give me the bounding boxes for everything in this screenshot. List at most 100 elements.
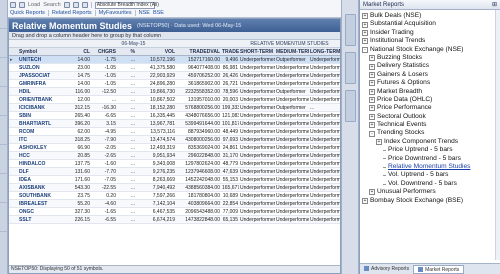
tree-item[interactable]: + Buzzing Stocks: [362, 54, 496, 62]
tree-item[interactable]: + Bombay Stock Exchange (BSE): [362, 197, 496, 205]
tree-item[interactable]: + Technical Events: [362, 121, 496, 129]
group-by-drop-zone[interactable]: Drag and drop a column header here to gr…: [9, 32, 340, 40]
expand-icon[interactable]: +: [369, 189, 375, 196]
nse-link[interactable]: NSE: [139, 10, 150, 16]
related-reports-link[interactable]: Related Reports: [52, 10, 92, 16]
expand-icon[interactable]: +: [369, 80, 375, 87]
table-row[interactable]: ICICIBANK 312.15 -16.30... 18,152,280 576880…: [9, 104, 340, 112]
table-row[interactable]: ORIENTBANK 12.00...... 10,867,502 131957010…: [9, 96, 340, 104]
table-row[interactable]: IDEA 171.60 -7.05... 8,263,669 1452242048.00…: [9, 176, 340, 184]
nav-back-icon[interactable]: [10, 2, 16, 8]
table-row[interactable]: HINDALCO 137.75 -1.60... 9,343,008 129780262…: [9, 160, 340, 168]
tree-item[interactable]: + Market Breadth: [362, 88, 496, 96]
table-row[interactable]: SSLT 226.15 -6.55... 6,674,219 1473822848.00…: [9, 216, 340, 224]
table-row[interactable]: ▸ UNITECH 14.00 -1.75... 10,572,196 152717160…: [9, 56, 340, 64]
export-icon[interactable]: [81, 2, 88, 8]
tree-item[interactable]: + Futures & Options: [362, 79, 496, 87]
collapsed-panel-tab[interactable]: [0, 119, 7, 145]
table-row[interactable]: BHARTIARTL 396.20 3.15... 13,967,781 5399491…: [9, 120, 340, 128]
table-row[interactable]: HDIL 116.00 -12.50... 19,866,730 2232558352.…: [9, 88, 340, 96]
expand-icon[interactable]: +: [362, 38, 368, 45]
collapse-icon[interactable]: -: [369, 130, 375, 137]
table-row[interactable]: DLF 131.60 -7.70... 9,276,235 1237946608.00 4…: [9, 168, 340, 176]
print-icon[interactable]: [72, 2, 79, 8]
tree-item[interactable]: + Unusual Performers: [362, 188, 496, 196]
tree-item[interactable]: - Trending Stocks: [362, 129, 496, 137]
side-panel-tab[interactable]: [345, 14, 356, 46]
table-row[interactable]: ONGC 327.30 -1.65... 6,467,535 2096543488.00…: [9, 208, 340, 216]
collapsed-panel-tab[interactable]: [0, 90, 7, 116]
quick-reports-link[interactable]: Quick Reports: [10, 10, 45, 16]
tree-scrollbar[interactable]: [495, 10, 500, 260]
tree-item[interactable]: + Sectoral Outlook: [362, 113, 496, 121]
table-row[interactable]: SUZLON 23.00 -1.05... 41,375,580 964077408.0…: [9, 64, 340, 72]
tree-item[interactable]: Relative Momentum Studies: [362, 163, 496, 171]
tree-item[interactable]: - National Stock Exchange (NSE): [362, 46, 496, 54]
table-row[interactable]: IBREALEST 55.20 -4.60... 7,142,104 403809664…: [9, 200, 340, 208]
expand-icon[interactable]: +: [369, 122, 375, 129]
tree-item[interactable]: + Institutional Trends: [362, 37, 496, 45]
load-button[interactable]: Load: [28, 2, 40, 8]
expand-icon[interactable]: +: [362, 13, 368, 20]
tree-item[interactable]: + Substantial Acquisition: [362, 20, 496, 28]
column-header-symbol[interactable]: Symbol: [18, 48, 64, 56]
tree-item[interactable]: Vol. Uptrend - 5 bars: [362, 171, 496, 179]
collapsed-panel-tab[interactable]: [0, 206, 7, 232]
collapsed-panel-tab[interactable]: [0, 177, 7, 203]
column-header-short-term[interactable]: SHORT-TERM: [239, 48, 275, 56]
side-panel-tab[interactable]: [345, 52, 356, 84]
tree-item[interactable]: Vol. Downtrend - 5 bars: [362, 180, 496, 188]
expand-icon[interactable]: +: [369, 113, 375, 120]
expand-icon[interactable]: +: [362, 29, 368, 36]
tree-item[interactable]: + Delivery Statistics: [362, 62, 496, 70]
column-header-chg[interactable]: CHGRS: [91, 48, 117, 56]
tree-item[interactable]: + Price Performance: [362, 104, 496, 112]
search-button[interactable]: Search: [43, 2, 60, 8]
expand-icon[interactable]: +: [362, 197, 368, 204]
indicator-select[interactable]: Absolute Breadth Index (All): [94, 1, 159, 9]
collapse-icon[interactable]: -: [362, 46, 368, 53]
tree-item[interactable]: + Price Data (OHLC): [362, 96, 496, 104]
expand-icon[interactable]: +: [369, 63, 375, 70]
expand-icon[interactable]: +: [362, 21, 368, 28]
table-row[interactable]: GMRINFRA 14.00 -1.05... 24,896,280 361865902…: [9, 80, 340, 88]
tree-item[interactable]: + Index Component Trends: [362, 138, 496, 146]
expand-icon[interactable]: +: [376, 139, 382, 146]
tree-item[interactable]: + Bulk Deals (NSE): [362, 12, 496, 20]
table-row[interactable]: SBIN 265.40 -6.65... 16,335,445 4348076656.0…: [9, 112, 340, 120]
table-row[interactable]: SOUTHBANK 23.75 0.20... 7,597,266 181780804.…: [9, 192, 340, 200]
column-header-pct[interactable]: %: [117, 48, 136, 56]
expand-icon[interactable]: +: [369, 88, 375, 95]
column-header-cl[interactable]: CL: [64, 48, 91, 56]
tree-item[interactable]: Price Uptrend - 5 bars: [362, 146, 496, 154]
column-header-vol[interactable]: VOL: [136, 48, 176, 56]
tree-item[interactable]: + Gainers & Losers: [362, 71, 496, 79]
collapsed-panel-tab[interactable]: [0, 32, 7, 58]
collapsed-panel-tab[interactable]: [0, 61, 7, 87]
table-row[interactable]: ASHOKLEY 66.90 -2.05... 12,493,319 835369024…: [9, 144, 340, 152]
collapsed-panel-tab[interactable]: [0, 148, 7, 174]
column-header-medium-term[interactable]: MEDIUM-TERM: [275, 48, 309, 56]
bse-link[interactable]: BSE: [153, 10, 164, 16]
expand-icon[interactable]: +: [369, 105, 375, 112]
expand-icon[interactable]: +: [369, 71, 375, 78]
tree-item[interactable]: Price Downtrend - 5 bars: [362, 155, 496, 163]
expand-icon[interactable]: +: [369, 97, 375, 104]
nav-forward-icon[interactable]: [19, 2, 25, 8]
column-header-tradedval[interactable]: TRADEDVAL: [176, 48, 221, 56]
column-header-long-term[interactable]: LONG-TERM: [309, 48, 340, 56]
side-panel-tab[interactable]: [345, 90, 356, 122]
table-row[interactable]: HCC 20.85 -2.65... 9,951,934 296022848.00 31,…: [9, 152, 340, 160]
refresh-icon[interactable]: [63, 2, 70, 8]
table-row[interactable]: AXISBANK 543.30 -22.55... 7,940,492 43885603…: [9, 184, 340, 192]
my-favourites-link[interactable]: MyFavourites: [99, 10, 132, 16]
tab-advisory-reports[interactable]: Advisory Reports: [360, 265, 413, 274]
expand-icon[interactable]: +: [369, 55, 375, 62]
column-header-trades[interactable]: TRADES: [221, 48, 239, 56]
table-row[interactable]: JPASSOCIAT 14.75 -1.05... 22,903,929 4597062…: [9, 72, 340, 80]
table-row[interactable]: RCOM 62.00 -4.95... 13,573,116 887934960.00 4…: [9, 128, 340, 136]
tab-market-reports[interactable]: Market Reports: [413, 264, 465, 274]
tree-item[interactable]: + Insider Trading: [362, 29, 496, 37]
collapsed-panel-tab[interactable]: [0, 3, 7, 29]
pin-icon[interactable]: ⊞: [492, 0, 497, 9]
